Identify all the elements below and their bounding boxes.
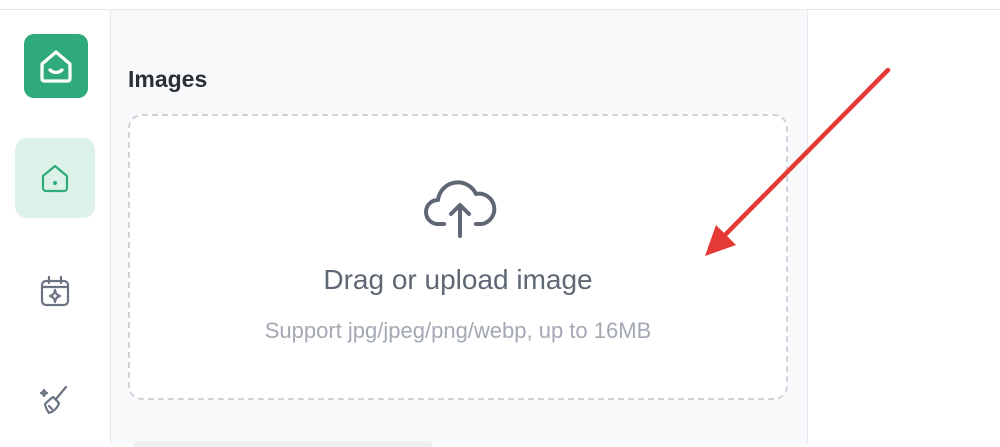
sidebar-item-home[interactable]: [15, 138, 95, 218]
next-section-stub: [133, 441, 433, 447]
app-logo[interactable]: [24, 34, 88, 98]
cloud-upload-icon: [424, 180, 497, 238]
broom-icon: [39, 385, 68, 415]
image-panel: Images Drag or upload image Support jpg/…: [111, 10, 808, 447]
home-icon: [41, 164, 69, 193]
calendar-sparkle-icon: [40, 275, 70, 307]
sidebar-item-clean[interactable]: [15, 360, 95, 440]
dropzone-hint: Support jpg/jpeg/png/webp, up to 16MB: [264, 318, 652, 343]
section-title: Images: [128, 66, 208, 92]
preview-pane: [808, 10, 1000, 444]
top-border: [0, 0, 1000, 10]
sidebar-item-calendar[interactable]: [15, 252, 95, 332]
dropzone-title: Drag or upload image: [323, 264, 593, 295]
house-smile-icon: [40, 50, 72, 83]
image-dropzone[interactable]: Drag or upload image Support jpg/jpeg/pn…: [128, 114, 788, 400]
sidebar-rail: [0, 10, 111, 444]
